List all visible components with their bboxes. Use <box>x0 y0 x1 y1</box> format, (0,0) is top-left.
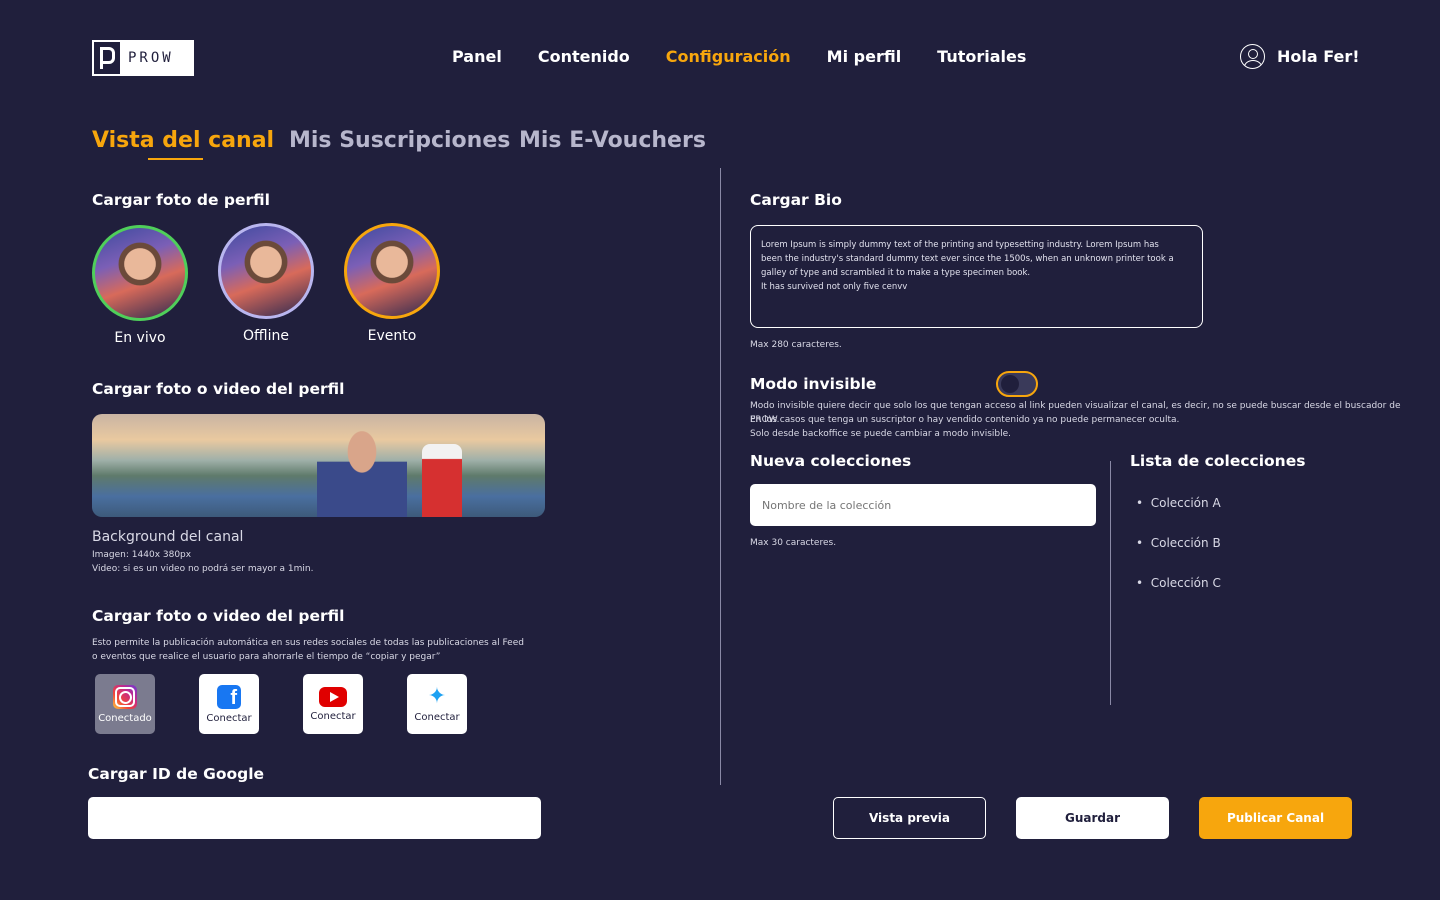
collection-item-label: Colección A <box>1150 496 1221 510</box>
background-spec-image: Imagen: 1440x 380px <box>92 550 192 560</box>
collection-item[interactable]: • Colección A <box>1136 496 1221 510</box>
bio-line: been the industry's standard dummy text … <box>761 254 1174 264</box>
instagram-connect-button[interactable]: Conectado <box>95 674 155 734</box>
nav-panel[interactable]: Panel <box>452 47 502 66</box>
avatar-en-vivo[interactable] <box>92 225 188 321</box>
save-button[interactable]: Guardar <box>1016 797 1169 839</box>
publish-channel-button[interactable]: Publicar Canal <box>1199 797 1352 839</box>
invisible-mode-title: Modo invisible <box>750 375 877 393</box>
collection-list-title: Lista de colecciones <box>1130 452 1306 470</box>
new-collection-title: Nueva colecciones <box>750 452 912 470</box>
facebook-connect-button[interactable]: f Conectar <box>199 674 259 734</box>
collections-divider <box>1110 461 1111 705</box>
nav-configuracion[interactable]: Configuración <box>666 47 791 66</box>
bio-line: Lorem Ipsum is simply dummy text of the … <box>761 240 1159 250</box>
nav-contenido[interactable]: Contenido <box>538 47 630 66</box>
collection-name-input[interactable] <box>750 484 1096 526</box>
avatar-offline[interactable] <box>218 223 314 319</box>
avatar-label-evento: Evento <box>367 328 417 344</box>
instagram-status: Conectado <box>98 712 152 724</box>
logo-text: PROW <box>128 50 174 66</box>
social-description-1: Esto permite la publicación automática e… <box>92 638 524 648</box>
main-nav: Panel Contenido Configuración Mi perfil … <box>452 47 1026 66</box>
invisible-desc-2: En los casos que tenga un suscriptor o h… <box>750 415 1180 425</box>
twitter-status: Conectar <box>414 711 460 723</box>
column-divider <box>720 168 721 785</box>
nav-mi-perfil[interactable]: Mi perfil <box>827 47 902 66</box>
youtube-connect-button[interactable]: Conectar <box>303 674 363 734</box>
avatar-label-en-vivo: En vivo <box>114 330 166 346</box>
avatar-evento[interactable] <box>344 223 440 319</box>
twitter-icon: ✦ <box>427 683 447 709</box>
nav-tutoriales[interactable]: Tutoriales <box>937 47 1026 66</box>
background-spec-video: Video: si es un video no podrá ser mayor… <box>92 564 314 574</box>
tab-vista-del-canal[interactable]: Vista del canal <box>92 128 274 153</box>
profile-photo-title: Cargar foto de perfil <box>92 191 270 209</box>
toggle-knob <box>1001 375 1019 393</box>
background-caption: Background del canal <box>92 529 244 545</box>
background-title: Cargar foto o video del perfil <box>92 380 345 398</box>
bio-title: Cargar Bio <box>750 191 842 209</box>
collection-item-label: Colección B <box>1150 536 1221 550</box>
google-id-title: Cargar ID de Google <box>88 765 265 783</box>
facebook-icon: f <box>217 684 241 709</box>
youtube-icon <box>319 686 347 707</box>
user-menu[interactable]: Hola Fer! <box>1240 44 1360 69</box>
user-icon <box>1240 44 1265 69</box>
active-tab-underline <box>148 158 203 160</box>
invisible-desc-3: Solo desde backoffice se puede cambiar a… <box>750 429 1011 439</box>
instagram-icon <box>113 684 137 709</box>
channel-background-image[interactable] <box>92 414 545 517</box>
collection-item[interactable]: • Colección C <box>1136 576 1221 590</box>
avatar-label-offline: Offline <box>243 328 289 344</box>
user-greeting: Hola Fer! <box>1277 47 1360 66</box>
tab-mis-e-vouchers[interactable]: Mis E-Vouchers <box>519 128 706 153</box>
prow-logo-mark <box>94 42 120 74</box>
facebook-status: Conectar <box>206 712 252 724</box>
collection-item[interactable]: • Colección B <box>1136 536 1221 550</box>
social-description-2: o eventos que realice el usuario para ah… <box>92 652 441 662</box>
bio-line: It has survived not only five cenvv <box>761 282 908 292</box>
youtube-status: Conectar <box>310 710 356 722</box>
invisible-mode-toggle[interactable] <box>996 371 1038 397</box>
bio-textarea[interactable]: Lorem Ipsum is simply dummy text of the … <box>750 225 1203 328</box>
social-title: Cargar foto o video del perfil <box>92 607 345 625</box>
collection-max-chars: Max 30 caracteres. <box>750 538 837 548</box>
tab-mis-suscripciones[interactable]: Mis Suscripciones <box>289 128 510 153</box>
google-id-input[interactable] <box>88 797 541 839</box>
bio-line: galley of type and scrambled it to make … <box>761 268 1031 278</box>
collection-item-label: Colección C <box>1150 576 1221 590</box>
bio-max-chars: Max 280 caracteres. <box>750 340 842 350</box>
prow-logo[interactable]: PROW <box>92 40 194 76</box>
preview-button[interactable]: Vista previa <box>833 797 986 839</box>
twitter-connect-button[interactable]: ✦ Conectar <box>407 674 467 734</box>
